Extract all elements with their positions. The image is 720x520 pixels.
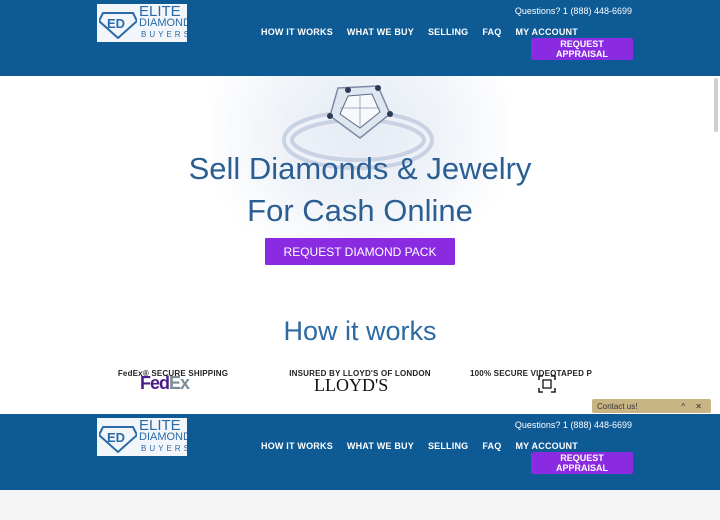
request-appraisal-button[interactable]: REQUEST APPRAISAL bbox=[531, 38, 633, 60]
logo[interactable]: ED ELITE DIAMOND BUYERS bbox=[97, 4, 187, 42]
logo-text-line3: BUYERS bbox=[141, 444, 187, 453]
main-nav: HOW IT WORKS WHAT WE BUY SELLING FAQ MY … bbox=[261, 441, 592, 451]
phone-number[interactable]: Questions? 1 (888) 448-6699 bbox=[515, 6, 632, 16]
diamond-logo-icon: ED bbox=[99, 12, 137, 39]
nav-how-it-works[interactable]: HOW IT WORKS bbox=[261, 441, 333, 451]
site-header: ED ELITE DIAMOND BUYERS Questions? 1 (88… bbox=[0, 0, 720, 76]
contact-us-widget[interactable]: Contact us! ^ ✕ bbox=[592, 399, 711, 413]
phone-number[interactable]: Questions? 1 (888) 448-6699 bbox=[515, 420, 632, 430]
svg-text:ED: ED bbox=[107, 16, 125, 31]
how-it-works-heading: How it works bbox=[283, 316, 437, 346]
hero-title-line2: For Cash Online bbox=[247, 193, 473, 228]
logo-text-line2: DIAMOND bbox=[139, 17, 187, 29]
logo[interactable]: ED ELITE DIAMOND BUYERS bbox=[97, 418, 187, 456]
nav-my-account[interactable]: MY ACCOUNT bbox=[515, 441, 578, 451]
main-nav: HOW IT WORKS WHAT WE BUY SELLING FAQ MY … bbox=[261, 27, 592, 37]
nav-faq[interactable]: FAQ bbox=[482, 441, 501, 451]
nav-what-we-buy[interactable]: WHAT WE BUY bbox=[347, 441, 414, 451]
lloyds-logo: LLOYD'S bbox=[314, 375, 389, 395]
hero-section: Sell Diamonds & Jewelry For Cash Online … bbox=[0, 76, 720, 414]
sticky-header: ED ELITE DIAMOND BUYERS Questions? 1 (88… bbox=[0, 414, 720, 490]
feature-label-insurance: INSURED BY LLOYD'S OF LONDON bbox=[289, 369, 431, 378]
logo-text-line3: BUYERS bbox=[141, 30, 187, 39]
contact-widget-controls[interactable]: ^ ✕ bbox=[681, 402, 706, 411]
request-appraisal-button[interactable]: REQUEST APPRAISAL bbox=[531, 452, 633, 474]
nav-how-it-works[interactable]: HOW IT WORKS bbox=[261, 27, 333, 37]
scrollbar-thumb[interactable] bbox=[714, 78, 718, 132]
page-bottom-area bbox=[0, 490, 720, 520]
logo-text-line2: DIAMOND bbox=[139, 431, 187, 443]
feature-label-shipping: FedEx® SECURE SHIPPING bbox=[117, 369, 229, 378]
nav-selling[interactable]: SELLING bbox=[428, 27, 468, 37]
nav-my-account[interactable]: MY ACCOUNT bbox=[515, 27, 578, 37]
nav-faq[interactable]: FAQ bbox=[482, 27, 501, 37]
contact-us-label: Contact us! bbox=[597, 401, 638, 411]
hero-title-line1: Sell Diamonds & Jewelry bbox=[188, 151, 532, 186]
request-diamond-pack-button[interactable]: REQUEST DIAMOND PACK bbox=[265, 238, 455, 265]
nav-what-we-buy[interactable]: WHAT WE BUY bbox=[347, 27, 414, 37]
svg-text:ED: ED bbox=[107, 430, 125, 445]
feature-label-videotaped: 100% SECURE VIDEOTAPED P bbox=[470, 369, 593, 378]
nav-selling[interactable]: SELLING bbox=[428, 441, 468, 451]
diamond-logo-icon: ED bbox=[99, 426, 137, 453]
